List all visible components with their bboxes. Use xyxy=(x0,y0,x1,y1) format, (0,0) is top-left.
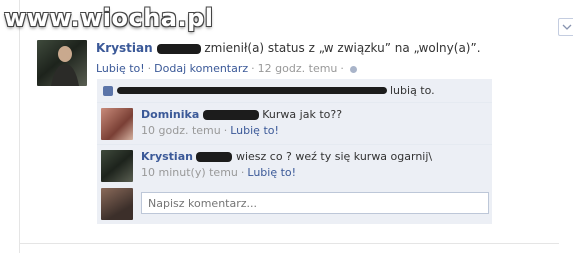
comment-composer xyxy=(97,184,492,224)
divider xyxy=(19,243,559,244)
current-user-avatar xyxy=(101,188,133,220)
comment-like-link[interactable]: Lubię to! xyxy=(247,166,296,179)
censor-bar xyxy=(196,152,233,162)
comment-meta: 10 godz. temu · Lubię to! xyxy=(141,124,279,137)
like-link[interactable]: Lubię to! xyxy=(96,62,145,75)
author-avatar[interactable] xyxy=(37,40,87,86)
feed-story: Krystian zmienił(a) status z „w związku”… xyxy=(19,0,573,253)
comment-meta: 10 minut(y) temu · Lubię to! xyxy=(141,166,297,179)
post-headline: Krystian zmienił(a) status z „w związku”… xyxy=(96,40,556,56)
watermark: www.wiocha.pl xyxy=(4,4,214,32)
commenter-avatar[interactable] xyxy=(101,108,133,140)
likes-row: lubią to. xyxy=(97,79,492,103)
censor-bar xyxy=(202,110,259,120)
chevron-down-icon xyxy=(562,24,572,30)
likes-text: lubią to. xyxy=(390,84,435,97)
censor-bar xyxy=(117,87,387,94)
post-author-link[interactable]: Krystian xyxy=(96,41,153,55)
comment-timestamp[interactable]: 10 minut(y) temu xyxy=(141,166,238,179)
commenter-avatar[interactable] xyxy=(101,150,133,182)
comment-text: Kurwa jak to?? xyxy=(262,108,343,121)
audience-icon[interactable] xyxy=(350,65,358,73)
comment-like-link[interactable]: Lubię to! xyxy=(230,124,279,137)
comment-input[interactable] xyxy=(141,192,489,214)
comment-author-link[interactable]: Krystian xyxy=(141,150,193,163)
comment-author-link[interactable]: Dominika xyxy=(141,108,199,121)
add-comment-link[interactable]: Dodaj komentarz xyxy=(154,62,248,75)
thumbs-up-icon xyxy=(103,85,113,96)
post-actions: Lubię to! · Dodaj komentarz · 12 godz. temu · xyxy=(96,62,358,75)
comment-body: Dominika Kurwa jak to?? 10 godz. temu · Lu… xyxy=(141,108,481,138)
comment-text: wiesz co ? weź ty się kurwa ogarnij\ xyxy=(235,150,433,163)
comment-body: Krystian wiesz co ? weź ty się kurwa oga… xyxy=(141,150,481,180)
comment-item: Dominika Kurwa jak to?? 10 godz. temu · Lu… xyxy=(97,103,492,145)
post-timestamp[interactable]: 12 godz. temu xyxy=(258,62,338,75)
status-text: zmienił(a) status z „w związku” na „woln… xyxy=(204,41,481,55)
censor-bar xyxy=(156,43,201,54)
comment-timestamp[interactable]: 10 godz. temu xyxy=(141,124,221,137)
comment-item: Krystian wiesz co ? weź ty się kurwa oga… xyxy=(97,145,492,187)
story-options-button[interactable] xyxy=(558,18,573,36)
